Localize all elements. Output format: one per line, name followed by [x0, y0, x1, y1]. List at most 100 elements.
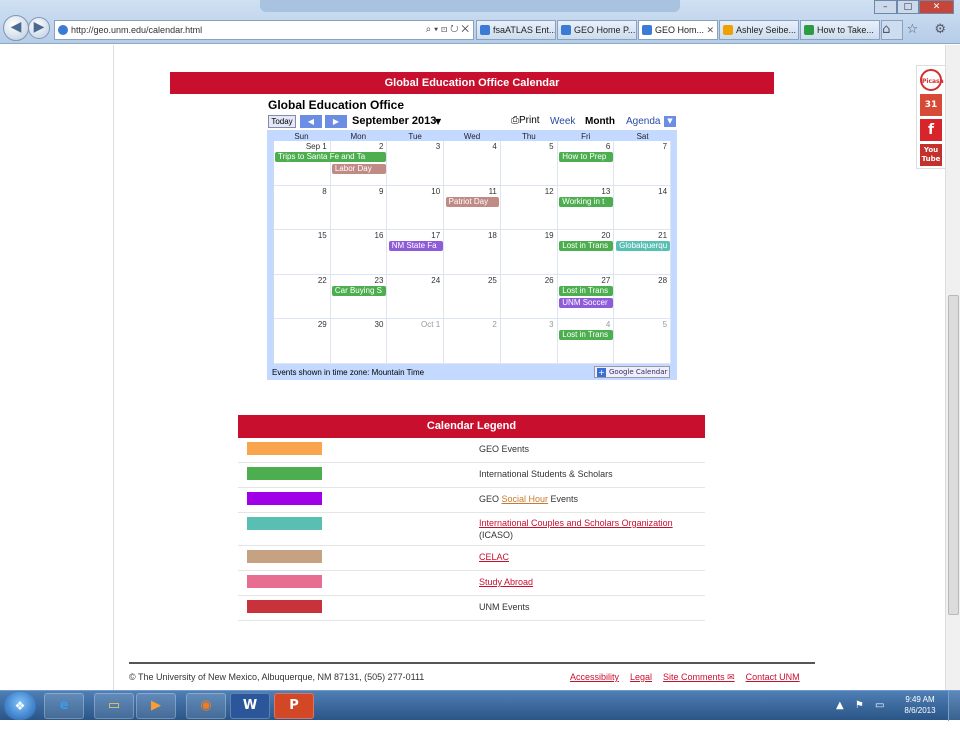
day-number[interactable]: 5 [663, 320, 667, 329]
day-number[interactable]: 21 [658, 231, 667, 240]
day-cell[interactable]: 26 [500, 274, 558, 319]
system-tray[interactable]: ▲ ⚑ ▭ ♪ [836, 694, 892, 735]
day-cell[interactable]: 13 [557, 185, 615, 230]
close-tab-icon[interactable]: ✕ [706, 21, 714, 39]
day-number[interactable]: 9 [379, 187, 383, 196]
calendar-event[interactable]: Patriot Day [445, 196, 500, 207]
day-cell[interactable]: 6 [557, 141, 615, 186]
start-button[interactable]: ❖ [4, 692, 36, 720]
calendar-event[interactable]: Globalquerqu [616, 241, 670, 251]
maximize-button[interactable]: □ [896, 0, 920, 14]
minimize-button[interactable]: – [874, 0, 897, 14]
close-window-button[interactable]: ✕ [919, 0, 955, 14]
day-number[interactable]: 22 [318, 276, 327, 285]
month-dropdown-icon[interactable]: ▼ [435, 117, 441, 126]
browser-tools[interactable]: ⌂ ☆ ⚙ [882, 22, 952, 37]
day-number[interactable]: 20 [601, 231, 610, 240]
calendar-event[interactable]: UNM Soccer [559, 297, 614, 308]
day-cell[interactable]: 17 [387, 230, 445, 275]
day-number[interactable]: 15 [318, 231, 327, 240]
footer-link-accessibility[interactable]: Accessibility [570, 672, 619, 683]
day-number[interactable]: Sep 1 [306, 142, 327, 151]
day-cell[interactable]: 14 [614, 185, 672, 230]
vertical-scrollbar[interactable] [945, 45, 960, 690]
day-cell[interactable]: Oct 1 [387, 319, 445, 364]
legend-link[interactable]: CELAC [479, 552, 509, 562]
day-cell[interactable]: 11 [444, 185, 501, 230]
legend-link[interactable]: Social Hour [502, 494, 549, 504]
word-taskbar-icon[interactable]: W [230, 693, 270, 719]
legend-link[interactable]: Study Abroad [479, 577, 533, 587]
footer-link-contact[interactable]: Contact UNM [746, 672, 800, 683]
day-number[interactable]: 25 [488, 276, 497, 285]
day-cell[interactable]: 4 [444, 141, 501, 186]
explorer-taskbar-icon[interactable]: ▭ [94, 693, 134, 719]
calendar-event[interactable]: Lost in Trans [559, 285, 614, 296]
footer-link-legal[interactable]: Legal [630, 672, 652, 683]
ie-taskbar-icon[interactable]: e [44, 693, 84, 719]
prev-month-button[interactable]: ◀ [300, 115, 322, 128]
google-calendar-icon[interactable]: 31 [920, 94, 942, 116]
day-cell[interactable]: 23 [330, 274, 388, 319]
day-cell[interactable]: 24 [387, 274, 445, 319]
day-cell[interactable]: 21 [614, 230, 672, 275]
calendar-event[interactable]: How to Prep [559, 152, 614, 162]
day-cell[interactable]: 12 [500, 185, 558, 230]
day-number[interactable]: 8 [322, 187, 326, 196]
browser-tab[interactable]: fsaATLAS Ent... [476, 20, 556, 40]
tab-agenda[interactable]: Agenda [622, 114, 664, 129]
day-number[interactable]: 23 [375, 276, 384, 285]
calendar-event[interactable]: NM State Fa [388, 241, 443, 251]
calendar-event[interactable]: Car Buying S [331, 285, 386, 296]
day-cell[interactable]: 18 [444, 230, 501, 275]
day-number[interactable]: 26 [545, 276, 554, 285]
day-number[interactable]: 10 [431, 187, 440, 196]
back-button[interactable]: ◀ [3, 15, 29, 41]
day-cell[interactable]: 5 [500, 141, 558, 186]
day-number[interactable]: 30 [375, 320, 384, 329]
day-number[interactable]: Oct 1 [421, 320, 440, 329]
browser-tab[interactable]: How to Take... [800, 20, 880, 40]
day-cell[interactable]: 3 [500, 319, 558, 364]
picasa-icon[interactable]: Picasa [920, 69, 944, 91]
day-number[interactable]: 6 [606, 142, 610, 151]
tab-month[interactable]: Month [581, 114, 619, 129]
day-cell[interactable]: 19 [500, 230, 558, 275]
browser-tab[interactable]: GEO Hom... ✕ [638, 20, 718, 40]
firefox-taskbar-icon[interactable]: ◉ [186, 693, 226, 719]
day-cell[interactable]: 7 [614, 141, 672, 186]
footer-link-site-comments[interactable]: Site Comments ✉ [663, 672, 735, 683]
day-number[interactable]: 24 [431, 276, 440, 285]
browser-tab[interactable]: Ashley Seibe... [719, 20, 799, 40]
day-number[interactable]: 3 [549, 320, 553, 329]
day-number[interactable]: 17 [431, 231, 440, 240]
day-cell[interactable]: 3 [387, 141, 445, 186]
address-bar[interactable]: http://geo.unm.edu/calendar.html ⌕ ▾ ⊡ ↻… [54, 20, 474, 40]
day-cell[interactable]: 25 [444, 274, 501, 319]
day-number[interactable]: 5 [549, 142, 553, 151]
day-cell[interactable]: 20 [557, 230, 615, 275]
day-cell[interactable]: 5 [614, 319, 672, 364]
agenda-dropdown-icon[interactable]: ▼ [664, 116, 676, 127]
day-cell[interactable]: Sep 1 [274, 141, 331, 186]
day-cell[interactable]: 10 [387, 185, 445, 230]
show-desktop-button[interactable] [948, 691, 960, 721]
day-number[interactable]: 2 [492, 320, 496, 329]
day-number[interactable]: 7 [663, 142, 667, 151]
calendar-event[interactable]: Trips to Santa Fe and Ta [275, 152, 386, 162]
google-calendar-button[interactable]: + Google Calendar [594, 366, 670, 378]
day-cell[interactable]: 27 [557, 274, 615, 319]
calendar-event[interactable]: Lost in Trans [559, 241, 614, 251]
next-month-button[interactable]: ▶ [325, 115, 347, 128]
day-cell[interactable]: 9 [330, 185, 388, 230]
day-cell[interactable]: 22 [274, 274, 331, 319]
day-cell[interactable]: 2 [444, 319, 501, 364]
day-number[interactable]: 16 [375, 231, 384, 240]
day-number[interactable]: 28 [658, 276, 667, 285]
facebook-icon[interactable]: f [920, 119, 942, 141]
day-number[interactable]: 4 [492, 142, 496, 151]
day-number[interactable]: 2 [379, 142, 383, 151]
day-number[interactable]: 4 [606, 320, 610, 329]
forward-button[interactable]: ▶ [28, 17, 50, 39]
day-number[interactable]: 19 [545, 231, 554, 240]
